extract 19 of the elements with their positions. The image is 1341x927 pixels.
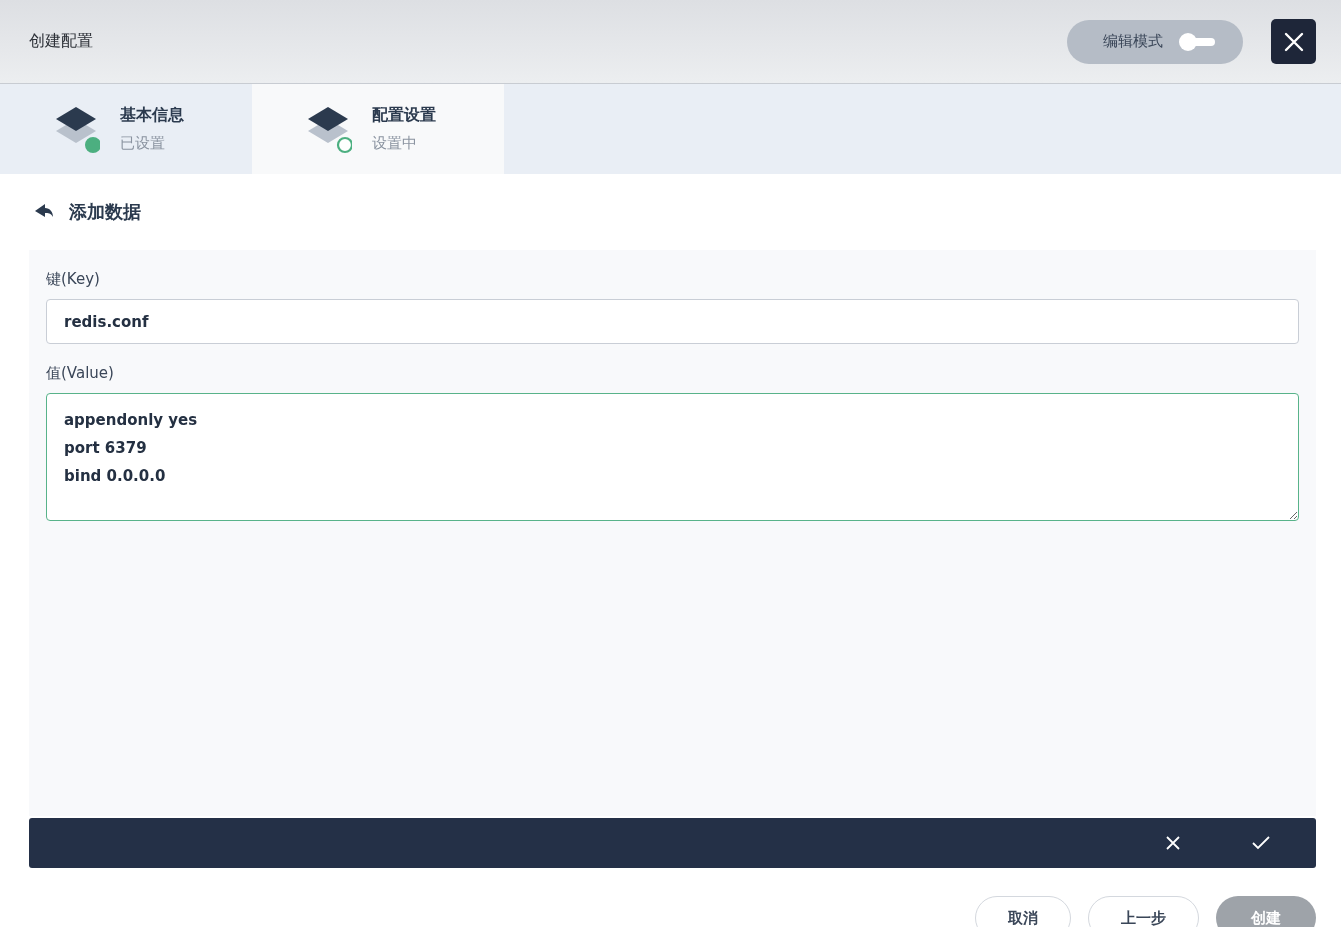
step-status: 已设置: [120, 134, 166, 153]
step-status: 设置中: [372, 134, 418, 153]
field-label: 键(Key): [46, 270, 101, 289]
key-input[interactable]: redis.conf: [46, 299, 1299, 344]
field-label: 值(Value): [46, 364, 115, 383]
close-icon: [1282, 30, 1305, 53]
footer-button[interactable]: 上一步: [1088, 896, 1199, 927]
window-title: 创建配置: [29, 31, 93, 52]
step-title: 基本信息: [120, 105, 184, 126]
step-tab[interactable]: 基本信息 已设置: [0, 84, 252, 174]
step-title: 配置设置: [372, 105, 436, 126]
close-button[interactable]: [1271, 19, 1316, 64]
close-icon: [1166, 836, 1180, 850]
check-icon: [1252, 836, 1270, 850]
footer-button[interactable]: 取消: [975, 896, 1071, 927]
value-textarea[interactable]: appendonly yes port 6379 bind 0.0.0.0: [46, 393, 1299, 521]
section-title: 添加数据: [69, 200, 141, 224]
edit-mode-toggle[interactable]: 编辑模式: [1067, 19, 1243, 64]
step-tab[interactable]: 配置设置 设置中: [252, 84, 504, 174]
